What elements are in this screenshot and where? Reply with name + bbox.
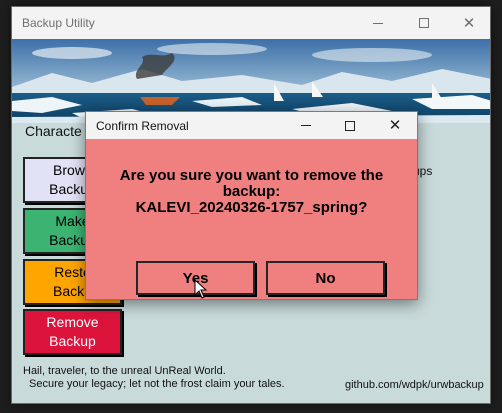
remove-backup-button[interactable]: Remove Backup — [23, 309, 122, 355]
dialog-titlebar[interactable]: Confirm Removal ✕ — [86, 112, 417, 139]
close-button[interactable]: ✕ — [446, 7, 490, 39]
mouse-pointer-icon — [194, 279, 208, 299]
message-line-2: backup: — [222, 183, 281, 200]
dialog-maximize-button[interactable] — [328, 112, 372, 139]
main-titlebar[interactable]: Backup Utility ✕ — [12, 7, 490, 39]
footer-text: Hail, traveler, to the unreal UnReal Wor… — [23, 365, 285, 391]
close-icon: ✕ — [462, 13, 476, 32]
minimize-icon — [373, 22, 383, 24]
dialog-close-button[interactable]: ✕ — [373, 112, 417, 139]
window-title: Backup Utility — [22, 16, 95, 30]
maximize-button[interactable] — [401, 7, 447, 39]
minimize-icon — [301, 125, 311, 126]
message-line-3: KALEVI_20240326-1757_spring? — [135, 199, 368, 216]
character-label: Characte — [25, 123, 82, 139]
github-link[interactable]: github.com/wdpk/urwbackup — [345, 379, 484, 391]
footer-line-1: Hail, traveler, to the unreal UnReal Wor… — [23, 365, 226, 377]
minimize-button[interactable] — [355, 7, 401, 39]
dialog-minimize-button[interactable] — [284, 112, 328, 139]
maximize-icon — [345, 120, 355, 131]
maximize-icon — [419, 18, 429, 28]
footer-line-2: Secure your legacy; let not the frost cl… — [29, 378, 285, 390]
no-button[interactable]: No — [266, 261, 385, 295]
confirm-removal-dialog: Confirm Removal ✕ Are you sure you want … — [85, 111, 418, 300]
dialog-title: Confirm Removal — [96, 119, 189, 133]
message-line-1: Are you sure you want to remove the — [119, 167, 384, 184]
dialog-message: Are you sure you want to remove the back… — [96, 168, 407, 216]
close-icon: ✕ — [388, 116, 402, 134]
